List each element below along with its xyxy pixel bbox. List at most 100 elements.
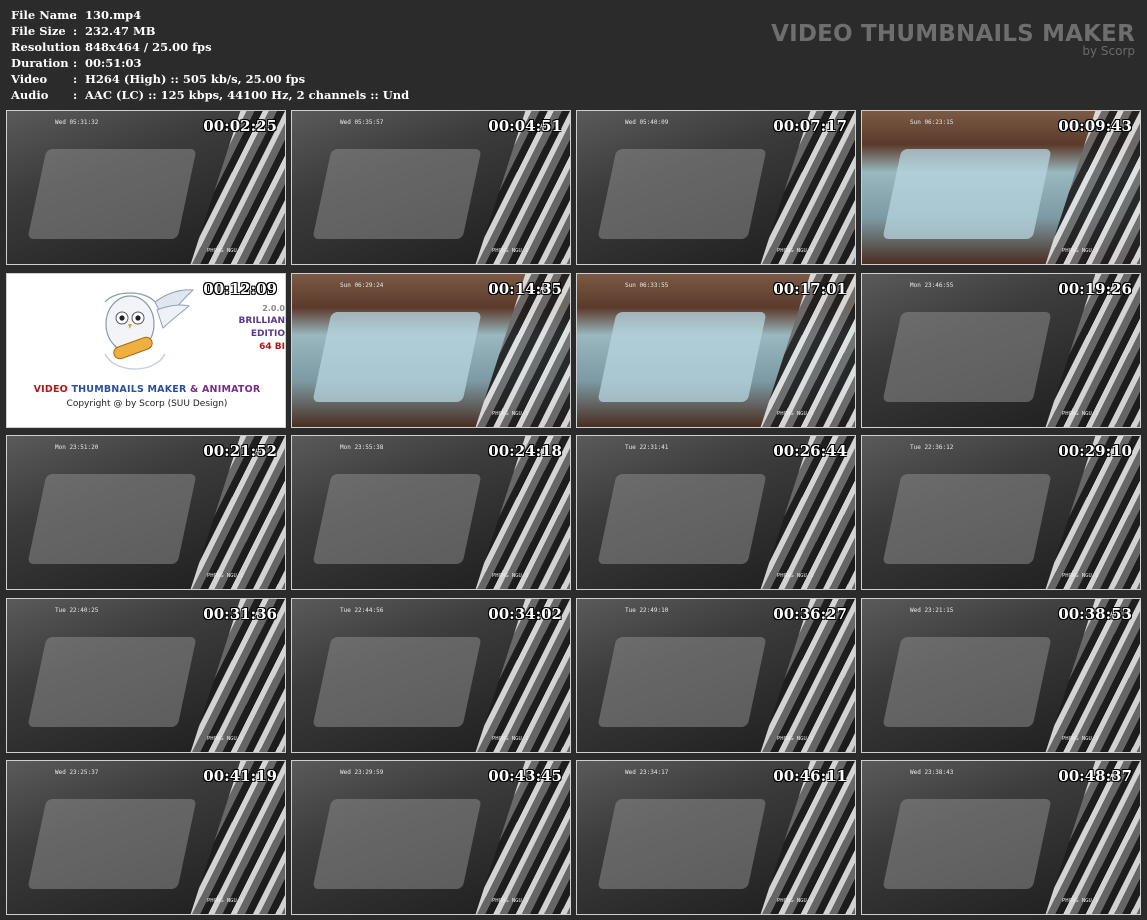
video-thumbnail[interactable]: Wed 23:21:15 PHONG NGU 1 00:38:53 <box>861 598 1141 753</box>
header: File Name:130.mp4 File Size:232.47 MB Reso… <box>0 0 1147 108</box>
owl-logo-icon <box>104 289 195 370</box>
info-row: File Name:130.mp4 <box>11 7 409 23</box>
video-thumbnail[interactable]: Tue 22:36:12 PHONG NGU 1 00:29:10 <box>861 435 1141 590</box>
info-value: 848x464 / 25.00 fps <box>85 40 212 54</box>
video-thumbnail[interactable]: Tue 22:31:41 PHONG NGU 1 00:26:44 <box>576 435 856 590</box>
camera-datetime: Mon 23:46:55 <box>910 282 954 289</box>
camera-datetime: Wed 23:21:15 <box>910 607 954 614</box>
promo-edition: 2.0.0 BRILLIAN EDITIO 64 BI <box>239 302 285 354</box>
promo-edition-line3: 64 BI <box>259 342 285 352</box>
timestamp: 00:17:01 <box>773 280 847 298</box>
bed-shape <box>27 149 197 239</box>
video-thumbnail[interactable]: Wed 05:40:09 PHONG NGU 1 00:07:17 <box>576 110 856 265</box>
video-thumbnail[interactable]: Wed 23:25:37 PHONG NGU 1 00:41:19 <box>6 760 286 915</box>
camera-label: PHONG NGU 1 <box>207 898 244 904</box>
bed-shape <box>312 474 482 564</box>
camera-label: PHONG NGU 1 <box>777 736 814 742</box>
video-thumbnail[interactable]: Mon 23:51:20 PHONG NGU 1 00:21:52 <box>6 435 286 590</box>
bed-shape <box>882 312 1052 402</box>
bed-shape <box>312 312 482 402</box>
bed-shape <box>597 312 767 402</box>
video-thumbnail[interactable]: Wed 05:31:32 PHONG NGU 1 00:02:25 <box>6 110 286 265</box>
camera-datetime: Wed 23:25:37 <box>55 769 99 776</box>
camera-datetime: Wed 23:38:43 <box>910 769 954 776</box>
promo-copyright: Copyright @ by Scorp (SUU Design) <box>66 399 228 409</box>
brand-title: VIDEO THUMBNAILS MAKER <box>771 21 1135 47</box>
bed-shape <box>597 149 767 239</box>
bed-shape <box>27 474 197 564</box>
camera-datetime: Wed 05:40:09 <box>625 119 669 126</box>
promo-title-part1: VIDEO <box>33 384 68 395</box>
video-thumbnail[interactable]: Tue 22:49:10 PHONG NGU 1 00:36:27 <box>576 598 856 753</box>
bed-shape <box>882 474 1052 564</box>
info-sep: : <box>73 8 78 22</box>
info-row: Video: H264 (High) :: 505 kb/s, 25.00 fps <box>11 71 409 87</box>
camera-label: PHONG NGU 1 <box>492 898 529 904</box>
info-label: Resolution <box>11 40 81 54</box>
promo-edition-line1: BRILLIAN <box>238 316 285 326</box>
timestamp: 00:36:27 <box>773 605 847 623</box>
camera-datetime: Sun 06:33:55 <box>625 282 669 289</box>
info-label: Video <box>11 72 48 86</box>
info-value: 00:51:03 <box>85 56 142 70</box>
video-thumbnail[interactable]: Wed 05:35:57 PHONG NGU 1 00:04:51 <box>291 110 571 265</box>
camera-label: PHONG NGU 1 <box>1062 736 1099 742</box>
camera-datetime: Tue 22:40:25 <box>55 607 99 614</box>
camera-datetime: Wed 05:31:32 <box>55 119 99 126</box>
info-sep: : <box>73 24 78 38</box>
camera-datetime: Tue 22:31:41 <box>625 444 669 451</box>
camera-label: PHONG NGU 1 <box>777 898 814 904</box>
bed-shape <box>882 149 1052 239</box>
brand: VIDEO THUMBNAILS MAKER by Scorp <box>771 20 1135 58</box>
timestamp: 00:12:09 <box>203 280 277 298</box>
video-thumbnail[interactable]: Sun 06:29:24 PHONG NGU 1 00:14:35 <box>291 273 571 428</box>
camera-datetime: Wed 05:35:57 <box>340 119 384 126</box>
info-sep: : <box>73 40 78 54</box>
timestamp: 00:46:11 <box>773 767 847 785</box>
video-thumbnail[interactable]: Sun 06:33:55 PHONG NGU 1 00:17:01 <box>576 273 856 428</box>
promo-thumbnail[interactable]: 2.0.0 BRILLIAN EDITIO 64 BI VIDEO THUMBN… <box>6 273 286 428</box>
info-sep: : <box>73 56 78 70</box>
camera-label: PHONG NGU 1 <box>1062 898 1099 904</box>
camera-datetime: Mon 23:51:20 <box>55 444 99 451</box>
timestamp: 00:26:44 <box>773 442 847 460</box>
bed-shape <box>597 799 767 889</box>
camera-label: PHONG NGU 1 <box>492 411 529 417</box>
promo-title-part2: THUMBNAILS MAKER <box>67 384 191 395</box>
timestamp: 00:19:26 <box>1058 280 1132 298</box>
camera-label: PHONG NGU 1 <box>207 736 244 742</box>
camera-datetime: Tue 22:49:10 <box>625 607 669 614</box>
timestamp: 00:07:17 <box>773 117 847 135</box>
video-thumbnail[interactable]: Mon 23:55:38 PHONG NGU 1 00:24:18 <box>291 435 571 590</box>
camera-label: PHONG NGU 1 <box>207 573 244 579</box>
video-thumbnail[interactable]: Wed 23:34:17 PHONG NGU 1 00:46:11 <box>576 760 856 915</box>
video-thumbnail[interactable]: Mon 23:46:55 PHONG NGU 1 00:19:26 <box>861 273 1141 428</box>
camera-label: PHONG NGU 1 <box>1062 248 1099 254</box>
info-label: File Name <box>11 8 77 22</box>
video-thumbnail[interactable]: Tue 22:40:25 PHONG NGU 1 00:31:36 <box>6 598 286 753</box>
promo-title: VIDEO THUMBNAILS MAKER & ANIMATOR <box>7 384 285 395</box>
info-label: File Size <box>11 24 66 38</box>
info-label: Duration <box>11 56 69 70</box>
timestamp: 00:38:53 <box>1058 605 1132 623</box>
bed-shape <box>597 637 767 727</box>
info-value: 232.47 MB <box>85 24 156 38</box>
thumbnail-grid: Wed 05:31:32 PHONG NGU 1 00:02:25 Wed 05… <box>6 110 1145 916</box>
camera-datetime: Wed 23:29:59 <box>340 769 384 776</box>
timestamp: 00:31:36 <box>203 605 277 623</box>
camera-label: PHONG NGU 1 <box>1062 573 1099 579</box>
camera-label: PHONG NGU 1 <box>777 573 814 579</box>
video-thumbnail[interactable]: Sun 06:23:15 PHONG NGU 1 00:09:43 <box>861 110 1141 265</box>
promo-edition-line2: EDITIO <box>250 329 285 339</box>
bed-shape <box>312 149 482 239</box>
camera-label: PHONG NGU 1 <box>777 411 814 417</box>
video-thumbnail[interactable]: Wed 23:38:43 PHONG NGU 1 00:48:37 <box>861 760 1141 915</box>
video-thumbnail[interactable]: Tue 22:44:56 PHONG NGU 1 00:34:02 <box>291 598 571 753</box>
info-row: Duration:00:51:03 <box>11 55 409 71</box>
camera-label: PHONG NGU 1 <box>1062 411 1099 417</box>
video-thumbnail[interactable]: Wed 23:29:59 PHONG NGU 1 00:43:45 <box>291 760 571 915</box>
timestamp: 00:04:51 <box>488 117 562 135</box>
timestamp: 00:02:25 <box>203 117 277 135</box>
bed-shape <box>882 799 1052 889</box>
info-value: 130.mp4 <box>85 8 142 22</box>
